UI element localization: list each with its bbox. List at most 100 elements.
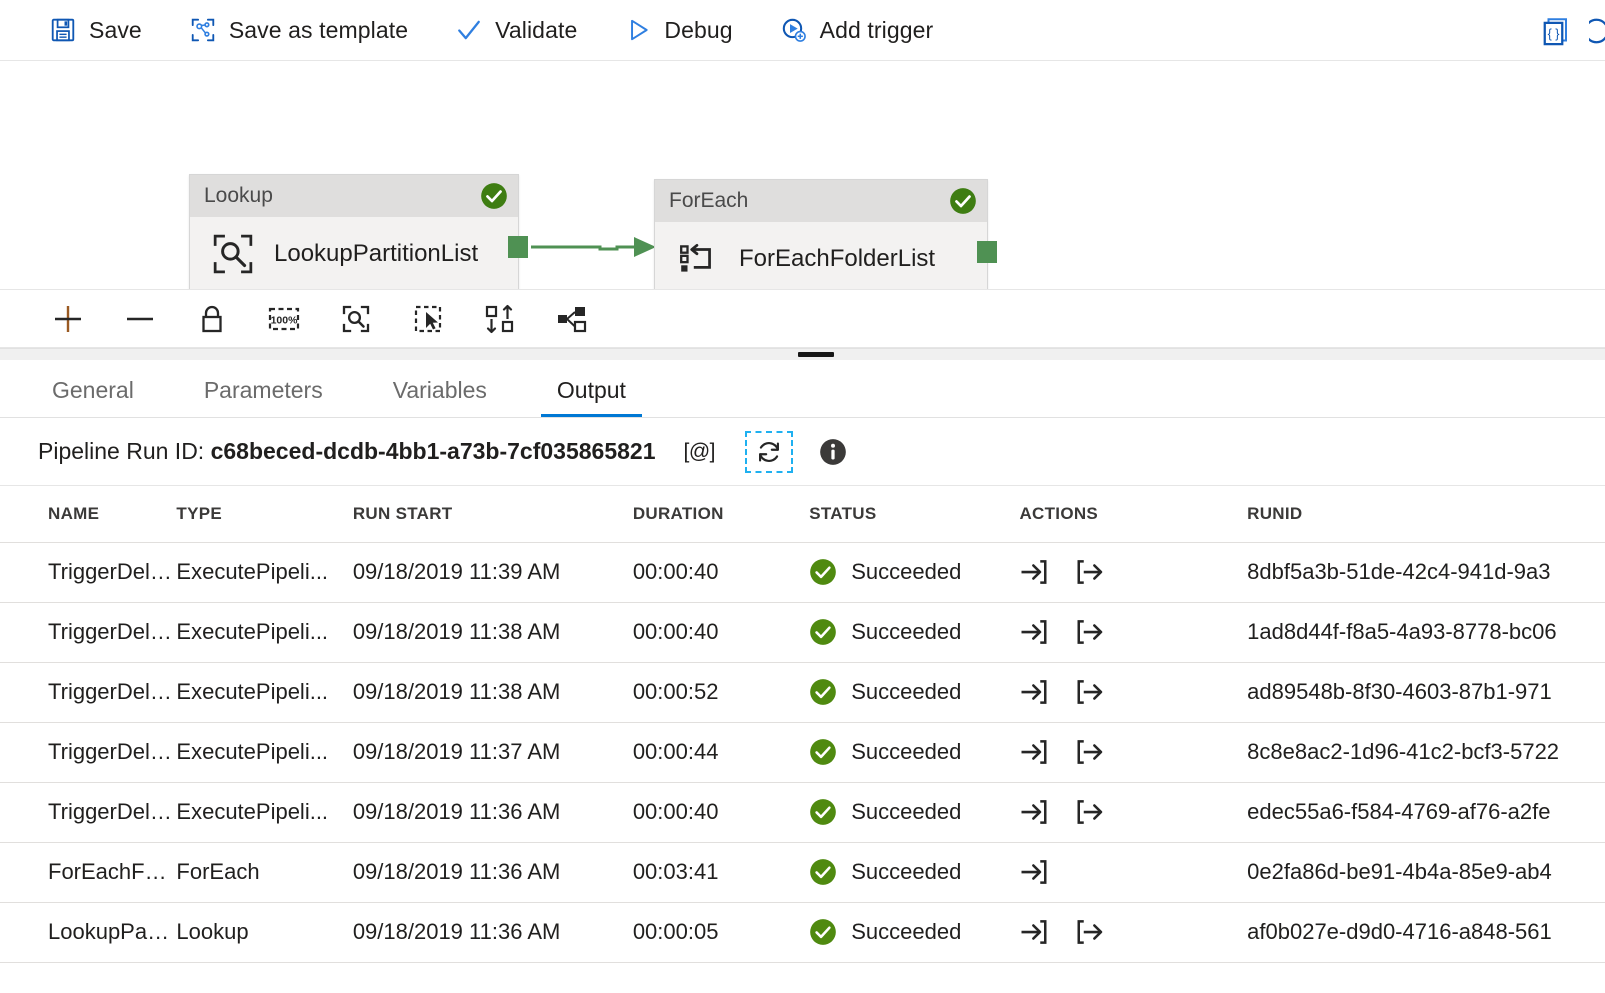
activity-node-lookup[interactable]: Lookup LookupPartitionList [189, 174, 519, 290]
tab-output[interactable]: Output [541, 377, 642, 417]
row-actions [1019, 617, 1247, 647]
input-icon[interactable] [1019, 797, 1049, 827]
status-badge: Succeeded [809, 858, 1019, 886]
output-port-foreach[interactable] [977, 241, 997, 263]
save-as-template-icon [190, 17, 216, 43]
validate-button[interactable]: Validate [446, 9, 593, 51]
cell-duration: 00:00:40 [633, 602, 809, 662]
tab-parameters[interactable]: Parameters [188, 377, 339, 417]
activity-type-text: Lookup [176, 919, 352, 945]
activity-runs-table-container[interactable]: NAME TYPE RUN START DURATION STATUS ACTI… [0, 486, 1605, 993]
save-button[interactable]: Save [40, 9, 158, 51]
output-port-lookup[interactable] [508, 236, 528, 258]
column-header-runid[interactable]: RUNID [1247, 486, 1605, 542]
activity-node-foreach[interactable]: ForEach ForEachFolderList [654, 179, 988, 290]
zoom-out-button[interactable] [104, 294, 176, 344]
cell-runid: 8c8e8ac2-1d96-41c2-bcf3-5722 [1247, 722, 1605, 782]
table-row[interactable]: TriggerDeltaC...ExecutePipeli...09/18/20… [0, 782, 1605, 842]
table-row[interactable]: TriggerDeltaC...ExecutePipeli...09/18/20… [0, 722, 1605, 782]
tab-variables[interactable]: Variables [377, 377, 503, 417]
activity-type-text: ExecutePipeli... [176, 799, 352, 825]
status-text: Succeeded [851, 559, 961, 585]
copy-run-id-icon[interactable]: [@] [684, 440, 716, 464]
node-header-lookup: Lookup [190, 175, 518, 217]
output-icon[interactable] [1075, 737, 1105, 767]
table-row[interactable]: TriggerDeltaC...ExecutePipeli...09/18/20… [0, 602, 1605, 662]
partial-icon[interactable] [1589, 16, 1605, 46]
column-header-type[interactable]: TYPE [176, 486, 352, 542]
activity-name-text: TriggerDeltaC... [48, 619, 176, 645]
splitter-grip-handle[interactable] [798, 352, 834, 357]
cell-name: TriggerDeltaC... [0, 662, 176, 722]
auto-align-button[interactable] [464, 294, 536, 344]
input-icon[interactable] [1019, 557, 1049, 587]
lock-icon [196, 303, 228, 335]
row-actions [1019, 797, 1247, 827]
status-badge: Succeeded [809, 918, 1019, 946]
column-header-name[interactable]: NAME [0, 486, 176, 542]
table-row[interactable]: TriggerDeltaC...ExecutePipeli...09/18/20… [0, 662, 1605, 722]
info-icon[interactable] [819, 438, 847, 466]
cell-actions [1019, 662, 1247, 722]
code-braces-icon[interactable]: { } [1541, 16, 1571, 46]
minimap-button[interactable] [536, 294, 608, 344]
activity-type-text: ExecutePipeli... [176, 559, 352, 585]
input-icon[interactable] [1019, 617, 1049, 647]
column-header-status[interactable]: STATUS [809, 486, 1019, 542]
cell-duration: 00:00:40 [633, 782, 809, 842]
table-row[interactable]: LookupPartiti...Lookup09/18/2019 11:36 A… [0, 902, 1605, 962]
cell-status: Succeeded [809, 842, 1019, 902]
duration-text: 00:00:40 [633, 619, 809, 645]
pipeline-run-id-text: Pipeline Run ID: c68beced-dcdb-4bb1-a73b… [38, 438, 656, 465]
tab-general[interactable]: General [36, 377, 150, 417]
run-start-text: 09/18/2019 11:36 AM [353, 919, 633, 945]
cell-run-start: 09/18/2019 11:39 AM [353, 542, 633, 602]
column-header-duration[interactable]: DURATION [633, 486, 809, 542]
output-icon[interactable] [1075, 917, 1105, 947]
cell-runid: af0b027e-d9d0-4716-a848-561 [1247, 902, 1605, 962]
node-name-label: ForEachFolderList [739, 245, 935, 273]
column-header-actions[interactable]: ACTIONS [1019, 486, 1247, 542]
debug-button-label: Debug [664, 17, 732, 44]
run-start-text: 09/18/2019 11:36 AM [353, 859, 633, 885]
table-row[interactable]: TriggerDeltaC...ExecutePipeli...09/18/20… [0, 542, 1605, 602]
zoom-100-button[interactable]: 100% [248, 294, 320, 344]
select-pointer-icon [412, 303, 444, 335]
activity-name-text: TriggerDeltaC... [48, 679, 176, 705]
zoom-to-fit-icon [340, 303, 372, 335]
input-icon[interactable] [1019, 677, 1049, 707]
top-command-bar: Save Save as template Validate [0, 0, 1605, 61]
cell-runid: ad89548b-8f30-4603-87b1-971 [1247, 662, 1605, 722]
cell-name: TriggerDeltaC... [0, 782, 176, 842]
debug-button[interactable]: Debug [615, 9, 748, 51]
row-actions [1019, 557, 1247, 587]
select-pointer-button[interactable] [392, 294, 464, 344]
refresh-icon [754, 437, 784, 467]
output-icon[interactable] [1075, 557, 1105, 587]
refresh-button[interactable] [745, 431, 793, 473]
input-icon[interactable] [1019, 917, 1049, 947]
output-icon[interactable] [1075, 677, 1105, 707]
zoom-in-button[interactable] [32, 294, 104, 344]
svg-text:100%: 100% [271, 314, 299, 326]
cell-run-start: 09/18/2019 11:36 AM [353, 782, 633, 842]
status-badge: Succeeded [809, 558, 1019, 586]
activity-type-text: ExecutePipeli... [176, 619, 352, 645]
lock-canvas-button[interactable] [176, 294, 248, 344]
tab-variables-label: Variables [393, 377, 487, 403]
panel-splitter[interactable] [0, 348, 1605, 360]
save-as-template-button[interactable]: Save as template [180, 9, 424, 51]
validate-button-label: Validate [495, 17, 577, 44]
pipeline-authoring-page: Save Save as template Validate [0, 0, 1605, 993]
cell-run-start: 09/18/2019 11:38 AM [353, 602, 633, 662]
pipeline-canvas[interactable]: Lookup LookupPartitionList [0, 61, 1605, 290]
table-row[interactable]: ForEachFolde...ForEach09/18/2019 11:36 A… [0, 842, 1605, 902]
output-icon[interactable] [1075, 797, 1105, 827]
add-trigger-button[interactable]: Add trigger [771, 9, 950, 51]
cell-duration: 00:03:41 [633, 842, 809, 902]
input-icon[interactable] [1019, 737, 1049, 767]
input-icon[interactable] [1019, 857, 1049, 887]
column-header-run-start[interactable]: RUN START [353, 486, 633, 542]
zoom-to-fit-button[interactable] [320, 294, 392, 344]
output-icon[interactable] [1075, 617, 1105, 647]
